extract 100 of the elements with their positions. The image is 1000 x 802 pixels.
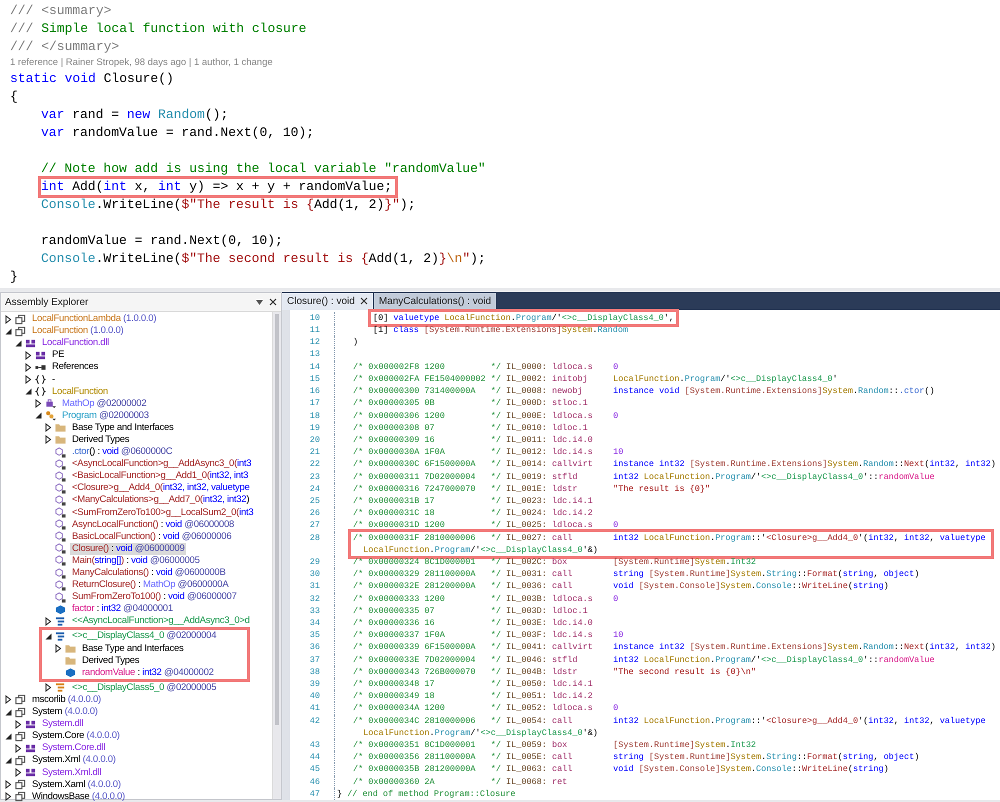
class-icon bbox=[45, 410, 56, 422]
tree-item[interactable]: System.Xml.dll bbox=[40, 766, 104, 779]
tree-item[interactable]: <SumFromZeroTo100>g__LocalSum2_0(int3 bbox=[70, 506, 256, 519]
tree-item[interactable]: System.Core (4.0.0.0) bbox=[30, 730, 122, 742]
tree-item[interactable]: Derived Types bbox=[80, 654, 142, 667]
tree-item[interactable]: Main(string[]) : void @06000005 bbox=[70, 554, 202, 567]
line-number: 20 bbox=[308, 434, 321, 446]
method-icon bbox=[55, 519, 66, 530]
tree-item[interactable]: randomValue : int32 @04000002 bbox=[80, 666, 216, 679]
expand-arrow-icon[interactable] bbox=[14, 720, 23, 729]
assembly-icon bbox=[15, 314, 26, 325]
code-line: /* 0x00000309 16 */ IL_0011: ldc.i4.0 bbox=[353, 434, 594, 446]
tree-item[interactable]: <Closure>g__Add4_0(int32, int32, valuetype bbox=[70, 482, 252, 494]
dropdown-caret-icon[interactable] bbox=[256, 300, 263, 304]
tree-item[interactable]: System.Core.dll bbox=[40, 742, 108, 754]
expand-arrow-icon[interactable] bbox=[54, 644, 63, 654]
line-number: 42 bbox=[308, 714, 321, 728]
tree-item[interactable]: ManyCalculations() : void @0600000B bbox=[70, 567, 228, 580]
collapse-arrow-icon[interactable] bbox=[4, 756, 13, 765]
code-line: /* 0x000002F8 1200 */ IL_0000: ldloca.s 0 bbox=[353, 360, 620, 373]
module-icon bbox=[25, 718, 36, 730]
line-number: 46 bbox=[308, 776, 321, 788]
expand-arrow-icon[interactable] bbox=[24, 350, 33, 360]
tree-item[interactable]: PE bbox=[50, 349, 66, 362]
collapse-arrow-icon[interactable] bbox=[44, 632, 53, 641]
tree-item[interactable]: Program @02000003 bbox=[60, 410, 151, 422]
tree-item[interactable]: Closure() : void @06000009 bbox=[70, 542, 186, 555]
tree-item[interactable]: Base Type and Interfaces bbox=[80, 642, 186, 655]
tree-item[interactable]: <<AsyncLocalFunction>g__AddAsync3_0>d bbox=[70, 615, 252, 628]
assembly-icon bbox=[15, 791, 26, 802]
expand-arrow-icon[interactable] bbox=[44, 683, 53, 692]
tree-item[interactable]: SumFromZeroTo100() : void @06000007 bbox=[70, 591, 239, 604]
expand-arrow-icon[interactable] bbox=[4, 314, 13, 324]
expand-arrow-icon[interactable] bbox=[24, 375, 33, 384]
expand-arrow-icon[interactable] bbox=[44, 435, 53, 444]
assembly-icon bbox=[15, 730, 26, 742]
tree-item[interactable]: System (4.0.0.0) bbox=[30, 706, 100, 718]
code-line: /* 0x0000030C 6F1500000A */ IL_0014: callvirt instance int32 [System.Runtime.Extensions]System.Random::Next(int32, int32) bbox=[353, 458, 996, 471]
tree-item[interactable]: WindowsBase (4.0.0.0) bbox=[30, 790, 127, 802]
collapse-arrow-icon[interactable] bbox=[34, 411, 43, 420]
tree-item[interactable]: LocalFunction (1.0.0.0) bbox=[30, 325, 126, 338]
editor-tab[interactable]: ManyCalculations() : void bbox=[374, 293, 496, 310]
line-number: 13 bbox=[308, 348, 321, 361]
close-icon[interactable] bbox=[269, 298, 277, 306]
close-icon[interactable] bbox=[360, 297, 368, 306]
expand-arrow-icon[interactable] bbox=[34, 399, 43, 408]
tree-item[interactable]: <>c__DisplayClass4_0 @02000004 bbox=[70, 630, 218, 642]
expand-arrow-icon[interactable] bbox=[4, 695, 13, 704]
code-line: /* 0x0000030A 1F0A */ IL_0012: ldc.i4.s 10 bbox=[353, 446, 624, 458]
code-line: /* 0x0000031B 17 */ IL_0023: ldc.i4.1 bbox=[353, 494, 594, 508]
collapse-arrow-icon[interactable] bbox=[4, 732, 13, 741]
expand-arrow-icon[interactable] bbox=[44, 423, 53, 432]
scrollbar[interactable] bbox=[272, 312, 281, 799]
scrollbar-thumb[interactable] bbox=[275, 314, 279, 725]
tree-item[interactable]: mscorlib (4.0.0.0) bbox=[30, 694, 103, 706]
tree-item[interactable]: BasicLocalFunction() : void @06000006 bbox=[70, 530, 234, 543]
tree-item[interactable]: ReturnClosure() : MathOp @0600000A bbox=[70, 579, 230, 592]
line-number: 34 bbox=[308, 616, 321, 630]
collapse-arrow-icon[interactable] bbox=[4, 708, 13, 717]
tree-item[interactable]: factor : int32 @04000001 bbox=[70, 603, 175, 616]
collapse-arrow-icon[interactable] bbox=[14, 338, 23, 348]
expand-arrow-icon[interactable] bbox=[24, 362, 33, 372]
tree-item[interactable]: Base Type and Interfaces bbox=[70, 422, 176, 434]
tree-item[interactable]: <AsyncLocalFunction>g__AddAsync3_0(int3 bbox=[70, 458, 254, 470]
tree-item[interactable]: LocalFunctionLambda (1.0.0.0) bbox=[30, 313, 158, 326]
editor-tab[interactable]: Closure() : void bbox=[282, 293, 373, 310]
expand-arrow-icon[interactable] bbox=[44, 616, 53, 626]
line-number: 16 bbox=[308, 385, 321, 398]
line-number: 33 bbox=[308, 604, 321, 617]
tree-item[interactable]: Derived Types bbox=[70, 434, 132, 446]
expand-arrow-icon[interactable] bbox=[4, 792, 13, 802]
tree-item[interactable]: AsyncLocalFunction() : void @06000008 bbox=[70, 518, 236, 531]
tree-item[interactable]: System.Xml (4.0.0.0) bbox=[30, 754, 118, 766]
tree-item[interactable]: System.dll bbox=[40, 718, 86, 730]
code-line: /// </summary> bbox=[10, 39, 120, 54]
collapse-arrow-icon[interactable] bbox=[4, 326, 13, 336]
tree-item[interactable]: References bbox=[50, 361, 100, 374]
code-line: var randomValue = rand.Next(0, 10); bbox=[41, 125, 314, 140]
tree-item[interactable]: <ManyCalculations>g__Add7_0(int32, int32) bbox=[70, 494, 252, 506]
tree-item[interactable]: LocalFunction.dll bbox=[40, 337, 112, 350]
tree-item[interactable]: .ctor() : void @0600000C bbox=[70, 446, 174, 458]
code-line: /* 0x0000033E 7D02000004 */ IL_0046: stfld int32 LocalFunction.Program/'<>c__DisplayClass4_0'::randomValue bbox=[353, 654, 936, 666]
tree-item[interactable]: <BasicLocalFunction>g__Add1_0(int32, int3 bbox=[70, 470, 250, 482]
expand-arrow-icon[interactable] bbox=[14, 768, 23, 778]
tree-item[interactable]: - bbox=[50, 374, 57, 386]
tree-item[interactable]: <>c__DisplayClass5_0 @02000005 bbox=[70, 682, 218, 694]
code-lens[interactable]: 1 reference | Rainer Stropek, 98 days ago | 1 author, 1 change bbox=[10, 56, 1000, 70]
line-number: 43 bbox=[308, 738, 321, 752]
code-line: /* 0x00000335 07 */ IL_003D: ldloc.1 bbox=[353, 604, 589, 617]
line-number: 15 bbox=[308, 372, 321, 386]
assembly-icon bbox=[15, 779, 26, 790]
line-number: 14 bbox=[308, 360, 321, 373]
code-line: /* 0x00000300 731400000A */ IL_0008: newobj instance void [System.Runtime.Extensions]System.Random::.ctor() bbox=[353, 385, 936, 398]
tree-item[interactable]: MathOp @02000002 bbox=[60, 398, 148, 410]
expand-arrow-icon[interactable] bbox=[4, 780, 13, 790]
collapse-arrow-icon[interactable] bbox=[24, 387, 33, 396]
expand-arrow-icon[interactable] bbox=[14, 744, 23, 753]
field-icon bbox=[65, 667, 76, 678]
tree-item[interactable]: System.Xaml (4.0.0.0) bbox=[30, 778, 123, 791]
assembly-icon bbox=[15, 326, 26, 337]
